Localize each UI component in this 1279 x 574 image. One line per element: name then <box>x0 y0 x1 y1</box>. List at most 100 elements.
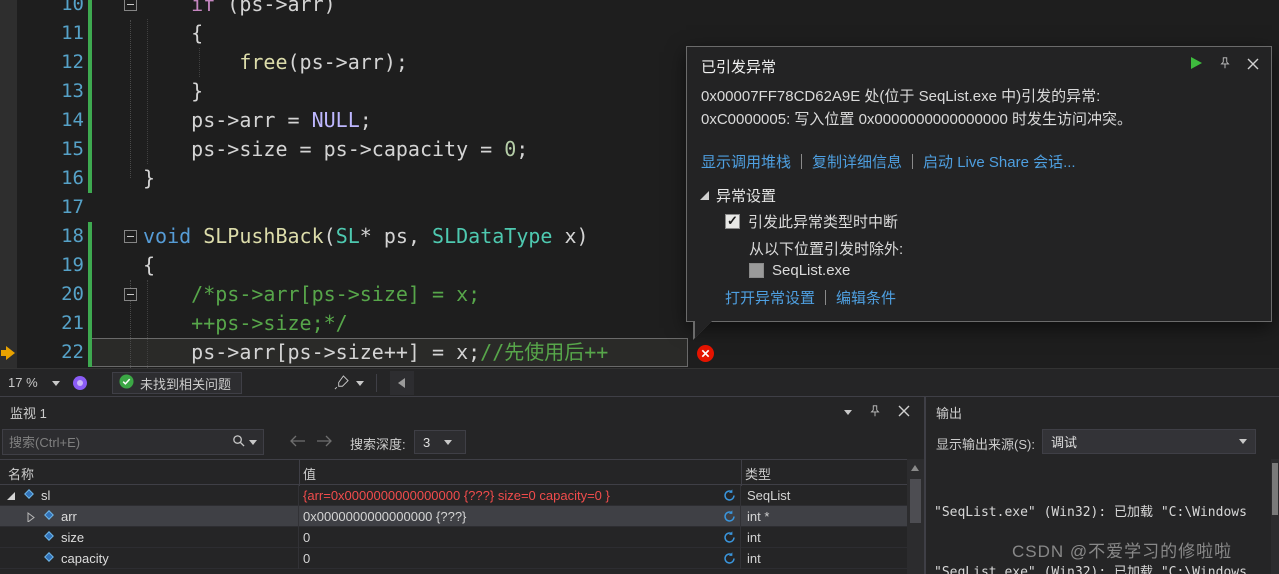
code-segment: * ps, <box>359 224 433 248</box>
refresh-icon[interactable] <box>723 510 736 523</box>
scroll-up-icon[interactable] <box>911 465 919 471</box>
search-depth-dropdown[interactable]: 3 <box>414 430 466 454</box>
edit-condition-link[interactable]: 编辑条件 <box>836 287 896 308</box>
code-segment: ps->size = ps->capacity = <box>143 137 505 161</box>
fold-toggle-icon[interactable] <box>124 0 137 11</box>
exception-settings-section-header[interactable]: 异常设置 <box>700 185 776 206</box>
watch-rows: sl {arr=0x0000000000000000 {???} size=0 … <box>0 485 907 569</box>
column-resizer[interactable] <box>299 460 300 486</box>
code-segment: 0 <box>504 137 517 161</box>
watch-value: 0 <box>303 530 311 545</box>
divider <box>825 290 827 305</box>
health-indicator-label: 未找到相关问题 <box>140 376 232 392</box>
change-tracking-bar <box>88 135 92 164</box>
fold-toggle-icon[interactable] <box>124 288 137 301</box>
vs-debugger-window: 10 if (ps->arr) 11 { 12 free(ps->arr); 1… <box>0 0 1279 574</box>
output-scrollbar[interactable] <box>1271 459 1279 574</box>
code-segment: free <box>143 50 288 74</box>
purple-status-icon[interactable] <box>72 375 88 394</box>
scroll-left-button[interactable] <box>390 371 414 395</box>
refresh-icon[interactable] <box>723 531 736 544</box>
close-icon[interactable] <box>1247 57 1259 74</box>
copy-details-link[interactable]: 复制详细信息 <box>812 151 902 172</box>
code-segment: { <box>143 253 156 277</box>
code-segment: } <box>143 166 156 190</box>
watch-panel-title: 监视 1 <box>10 406 47 421</box>
output-line: "SeqList.exe" (Win32): 已加载 "C:\Windows <box>934 505 1247 520</box>
watch-name: sl <box>41 488 51 503</box>
column-resizer[interactable] <box>741 460 742 486</box>
column-header-value[interactable]: 值 <box>303 464 316 483</box>
code-segment: (ps->arr) <box>215 0 336 16</box>
search-next-icon[interactable] <box>316 435 332 450</box>
search-icon[interactable] <box>232 434 245 450</box>
watch-value-cell[interactable]: 0 <box>299 548 741 569</box>
variable-icon <box>43 530 55 545</box>
module-exclude-label: SeqList.exe <box>772 262 851 279</box>
line-number: 16 <box>61 167 84 189</box>
code-text: free(ps->arr); <box>143 48 408 77</box>
code-text: /*ps->arr[ps->size] = x; <box>143 280 480 309</box>
refresh-icon[interactable] <box>723 489 736 502</box>
chevron-down-icon <box>1239 439 1247 444</box>
close-icon[interactable] <box>898 405 910 420</box>
watch-row[interactable]: size 0 int <box>0 527 907 548</box>
watch-row[interactable]: sl {arr=0x0000000000000000 {???} size=0 … <box>0 485 907 506</box>
open-exception-settings-link[interactable]: 打开异常设置 <box>725 287 815 308</box>
show-callstack-link[interactable]: 显示调用堆栈 <box>701 151 791 172</box>
expander-closed-icon[interactable] <box>26 511 37 522</box>
module-exclude-checkbox[interactable] <box>749 263 764 278</box>
zoom-control[interactable]: 17 % <box>8 375 38 390</box>
pin-icon[interactable] <box>1218 56 1232 74</box>
watch-value-cell[interactable]: {arr=0x0000000000000000 {???} size=0 cap… <box>299 485 741 506</box>
document-health-indicator[interactable]: 未找到相关问题 <box>112 372 243 394</box>
code-segment: x) <box>552 224 589 248</box>
change-tracking-bar <box>88 309 92 338</box>
code-line[interactable]: 22 ps->arr[ps->size++] = x;//先使用后++ <box>0 338 1279 367</box>
search-box[interactable] <box>2 429 264 455</box>
fold-toggle-icon[interactable] <box>124 230 137 243</box>
break-on-exception-label: 引发此异常类型时中断 <box>748 214 899 231</box>
chevron-down-icon[interactable] <box>356 381 364 386</box>
line-number: 19 <box>61 254 84 276</box>
expander-open-icon[interactable] <box>6 491 17 501</box>
code-line[interactable]: 11 { <box>0 19 1279 48</box>
search-input[interactable] <box>3 434 232 450</box>
watch-type-cell: int <box>747 551 761 566</box>
pin-icon[interactable] <box>868 404 882 421</box>
watch-value-cell[interactable]: 0x0000000000000000 {???} <box>299 506 741 527</box>
output-source-dropdown[interactable]: 调试 <box>1042 429 1256 454</box>
column-header-name[interactable]: 名称 <box>8 464 34 483</box>
watch-table-header: 名称 值 类型 <box>0 459 907 486</box>
divider <box>376 374 377 392</box>
refresh-icon[interactable] <box>723 552 736 565</box>
column-header-type[interactable]: 类型 <box>745 464 771 483</box>
scrollbar-thumb[interactable] <box>910 479 921 523</box>
line-number: 20 <box>61 283 84 305</box>
output-source-label: 显示输出来源(S): <box>936 437 1035 452</box>
window-position-icon[interactable] <box>844 410 852 415</box>
code-line[interactable]: 10 if (ps->arr) <box>0 0 1279 19</box>
error-icon[interactable] <box>697 345 714 362</box>
line-number: 15 <box>61 138 84 160</box>
watch-type-cell: int * <box>747 509 770 524</box>
chevron-down-icon[interactable] <box>249 439 257 445</box>
scrollbar-thumb[interactable] <box>1272 463 1278 515</box>
exception-popup-title: 已引发异常 <box>701 59 777 76</box>
chevron-down-icon[interactable] <box>52 381 60 386</box>
continue-button[interactable] <box>1189 56 1203 74</box>
line-number: 18 <box>61 225 84 247</box>
search-prev-icon[interactable] <box>290 435 306 450</box>
code-cleanup-icon[interactable] <box>334 375 349 393</box>
watch-row[interactable]: capacity 0 int <box>0 548 907 569</box>
code-segment: ++ps->size;*/ <box>143 311 348 335</box>
except-from-label: 从以下位置引发时除外: <box>749 241 904 258</box>
watch-value-cell[interactable]: 0 <box>299 527 741 548</box>
watch-row[interactable]: arr 0x0000000000000000 {???} int * <box>0 506 907 527</box>
variable-icon <box>43 551 55 566</box>
break-on-exception-checkbox[interactable] <box>725 213 740 229</box>
divider <box>801 154 803 169</box>
watch-scrollbar[interactable] <box>907 459 924 574</box>
code-segment: SLDataType <box>432 224 553 248</box>
start-liveshare-link[interactable]: 启动 Live Share 会话... <box>923 151 1076 172</box>
